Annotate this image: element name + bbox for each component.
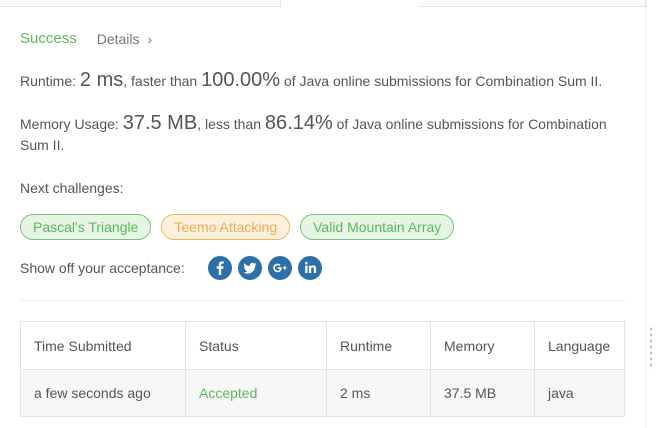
details-label: Details <box>96 30 140 47</box>
next-challenges-list: Pascal's Triangle Teemo Attacking Valid … <box>20 214 455 240</box>
tab-right[interactable] <box>419 0 646 7</box>
runtime-suffix: of Java online submissions for Combinati… <box>283 73 603 89</box>
challenge-valid-mountain-array[interactable]: Valid Mountain Array <box>300 214 455 240</box>
table-header-row: Time Submitted Status Runtime Memory Lan… <box>20 321 625 370</box>
section-divider <box>20 300 625 301</box>
table-row: a few seconds ago Accepted 2 ms 37.5 MB … <box>20 369 625 417</box>
runtime-value: 2 ms <box>79 69 124 91</box>
google-plus-icon[interactable] <box>267 256 292 280</box>
memory-middle: , less than <box>197 116 262 132</box>
panel-border <box>645 7 646 428</box>
col-status[interactable]: Status <box>185 321 327 370</box>
status-success: Success <box>20 30 77 47</box>
tab-bar <box>0 0 646 7</box>
result-header: Success Details › <box>20 30 152 47</box>
col-memory[interactable]: Memory <box>430 321 535 370</box>
runtime-middle: , faster than <box>123 73 198 89</box>
challenge-pascals-triangle[interactable]: Pascal's Triangle <box>20 214 152 240</box>
cell-language: java <box>534 369 625 417</box>
share-row: Show off your acceptance: <box>20 256 322 280</box>
chevron-right-icon: › <box>147 30 153 47</box>
memory-prefix: Memory Usage: <box>20 116 119 132</box>
memory-percent: 86.14% <box>264 112 333 134</box>
next-challenges-label: Next challenges: <box>20 180 124 196</box>
challenge-teemo-attacking[interactable]: Teemo Attacking <box>161 214 291 240</box>
linkedin-icon[interactable] <box>297 256 322 280</box>
tab-active[interactable] <box>280 0 420 7</box>
col-language[interactable]: Language <box>534 321 625 370</box>
runtime-prefix: Runtime: <box>20 73 77 89</box>
runtime-stat: Runtime: 2 ms, faster than 100.00% of Ja… <box>20 70 620 92</box>
memory-stat: Memory Usage: 37.5 MB, less than 86.14% … <box>20 113 620 156</box>
facebook-icon[interactable] <box>207 256 232 280</box>
memory-value: 37.5 MB <box>122 112 198 134</box>
col-time-submitted[interactable]: Time Submitted <box>20 321 186 370</box>
tab-left[interactable] <box>0 0 281 7</box>
share-icons <box>207 256 322 280</box>
submissions-table: Time Submitted Status Runtime Memory Lan… <box>20 321 625 417</box>
share-label: Show off your acceptance: <box>20 260 185 276</box>
col-runtime[interactable]: Runtime <box>326 321 431 370</box>
cell-runtime: 2 ms <box>326 369 431 417</box>
cell-status-accepted[interactable]: Accepted <box>185 369 327 417</box>
details-link[interactable]: Details › <box>97 31 152 47</box>
twitter-icon[interactable] <box>237 256 262 280</box>
cell-time-submitted: a few seconds ago <box>20 369 186 417</box>
resize-handle[interactable] <box>649 326 653 370</box>
runtime-percent: 100.00% <box>201 69 281 91</box>
cell-memory: 37.5 MB <box>430 369 535 417</box>
